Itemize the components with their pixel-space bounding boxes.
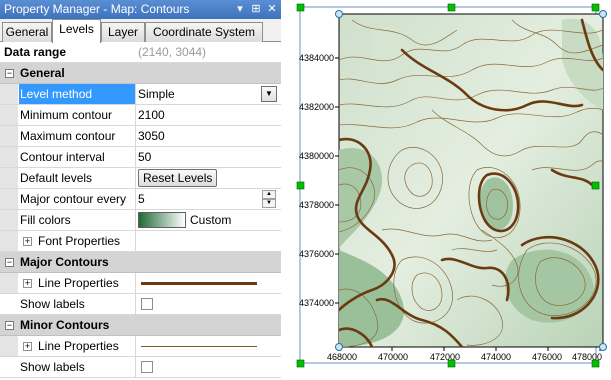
min-contour-row[interactable]: Minimum contour 2100: [0, 105, 281, 126]
minor-line-sample[interactable]: [141, 346, 257, 347]
spin-up-icon[interactable]: ▲: [262, 190, 276, 199]
y-tick-label: 4382000: [299, 102, 334, 112]
minor-show-labels-row[interactable]: Show labels: [0, 357, 281, 378]
x-axis: 468000 470000 472000 474000 476000 47800…: [327, 347, 602, 362]
expand-icon[interactable]: +: [23, 342, 32, 351]
major-contours-label: Major Contours: [20, 255, 109, 269]
general-header-label: General: [20, 66, 65, 80]
resize-handle-icon[interactable]: [296, 359, 305, 368]
major-every-row[interactable]: Major contour every 5 ▲ ▼: [0, 189, 281, 210]
y-tick-label: 4374000: [299, 298, 334, 308]
y-axis: 4384000 4382000 4380000 4378000 4376000 …: [299, 53, 339, 308]
reset-levels-button[interactable]: Reset Levels: [138, 169, 218, 187]
font-properties-row[interactable]: + Font Properties: [0, 231, 281, 252]
level-method-select[interactable]: Simple: [138, 87, 175, 101]
expand-icon[interactable]: +: [23, 279, 32, 288]
x-tick-label: 474000: [481, 352, 511, 362]
major-show-labels-row[interactable]: Show labels: [0, 294, 281, 315]
dropdown-icon[interactable]: ▾: [233, 2, 247, 16]
collapse-icon[interactable]: −: [5, 258, 14, 267]
chevron-down-icon[interactable]: ▼: [261, 86, 277, 102]
minor-show-labels-checkbox[interactable]: [141, 361, 153, 373]
close-icon[interactable]: ✕: [265, 2, 279, 16]
contour-map[interactable]: 4384000 4382000 4380000 4378000 4376000 …: [282, 0, 611, 380]
data-range-label: Data range: [4, 45, 67, 59]
resize-handle-icon[interactable]: [296, 181, 305, 190]
major-line-properties-row[interactable]: + Line Properties: [0, 273, 281, 294]
spin-down-icon[interactable]: ▼: [262, 199, 276, 208]
font-properties-label: Font Properties: [38, 234, 121, 248]
fill-colors-label: Fill colors: [20, 213, 71, 227]
max-contour-label: Maximum contour: [20, 129, 116, 143]
major-every-label: Major contour every: [20, 192, 127, 206]
general-section-header[interactable]: − General: [0, 63, 281, 84]
corner-handle-icon[interactable]: [599, 343, 607, 351]
fill-colors-value[interactable]: Custom: [190, 213, 231, 227]
map-view[interactable]: 4384000 4382000 4380000 4378000 4376000 …: [282, 0, 611, 380]
y-tick-label: 4378000: [299, 200, 334, 210]
minor-line-properties-label: Line Properties: [38, 339, 119, 353]
resize-handle-icon[interactable]: [591, 359, 600, 368]
expand-icon[interactable]: +: [23, 237, 32, 246]
resize-handle-icon[interactable]: [296, 3, 305, 12]
y-tick-label: 4380000: [299, 151, 334, 161]
resize-handle-icon[interactable]: [447, 3, 456, 12]
contour-interval-row[interactable]: Contour interval 50: [0, 147, 281, 168]
minor-line-properties-row[interactable]: + Line Properties: [0, 336, 281, 357]
x-tick-label: 470000: [378, 352, 408, 362]
major-show-labels-label: Show labels: [20, 297, 85, 311]
default-levels-row: Default levels Reset Levels: [0, 168, 281, 189]
tab-levels[interactable]: Levels: [52, 19, 101, 43]
y-tick-label: 4384000: [299, 53, 334, 63]
corner-handle-icon[interactable]: [599, 10, 607, 18]
property-grid: Data range (2140, 3044) − General Level …: [0, 42, 281, 380]
max-contour-row[interactable]: Maximum contour 3050: [0, 126, 281, 147]
contour-interval-input[interactable]: 50: [138, 150, 151, 164]
contour-interval-label: Contour interval: [20, 150, 105, 164]
window-title: Property Manager - Map: Contours: [4, 2, 190, 16]
x-tick-label: 468000: [327, 352, 357, 362]
minor-show-labels-label: Show labels: [20, 360, 85, 374]
resize-handle-icon[interactable]: [447, 359, 456, 368]
tab-layer[interactable]: Layer: [101, 22, 145, 42]
resize-handle-icon[interactable]: [591, 181, 600, 190]
tab-general[interactable]: General: [2, 22, 52, 42]
fill-colors-row[interactable]: Fill colors Custom: [0, 210, 281, 231]
min-contour-input[interactable]: 2100: [138, 108, 165, 122]
tab-strip: General Levels Layer Coordinate System: [0, 19, 281, 43]
tab-coordinate-system[interactable]: Coordinate System: [145, 22, 263, 42]
collapse-icon[interactable]: −: [5, 321, 14, 330]
default-levels-label: Default levels: [20, 171, 93, 185]
min-contour-label: Minimum contour: [20, 108, 113, 122]
major-line-sample[interactable]: [141, 282, 257, 285]
major-contours-section-header[interactable]: − Major Contours: [0, 252, 281, 273]
property-manager-panel: Property Manager - Map: Contours ▾ ⊞ ✕ G…: [0, 0, 281, 380]
collapse-icon[interactable]: −: [5, 69, 14, 78]
x-tick-label: 476000: [532, 352, 562, 362]
minor-contours-section-header[interactable]: − Minor Contours: [0, 315, 281, 336]
resize-handle-icon[interactable]: [591, 3, 600, 12]
pin-icon[interactable]: ⊞: [249, 2, 263, 16]
minor-contours-label: Minor Contours: [20, 318, 110, 332]
y-tick-label: 4376000: [299, 249, 334, 259]
corner-handle-icon[interactable]: [335, 343, 343, 351]
data-range-value: (2140, 3044): [138, 45, 207, 59]
major-show-labels-checkbox[interactable]: [141, 298, 153, 310]
app-root: Property Manager - Map: Contours ▾ ⊞ ✕ G…: [0, 0, 611, 380]
max-contour-input[interactable]: 3050: [138, 129, 165, 143]
level-method-row[interactable]: Level method Simple ▼: [0, 84, 281, 105]
x-tick-label: 472000: [430, 352, 460, 362]
data-range-row: Data range (2140, 3044): [0, 42, 281, 63]
fill-color-swatch[interactable]: [138, 212, 186, 228]
major-line-properties-label: Line Properties: [38, 276, 119, 290]
level-method-label: Level method: [20, 87, 93, 101]
corner-handle-icon[interactable]: [335, 10, 343, 18]
major-every-input[interactable]: 5: [138, 192, 145, 206]
title-bar[interactable]: Property Manager - Map: Contours ▾ ⊞ ✕: [0, 0, 281, 19]
